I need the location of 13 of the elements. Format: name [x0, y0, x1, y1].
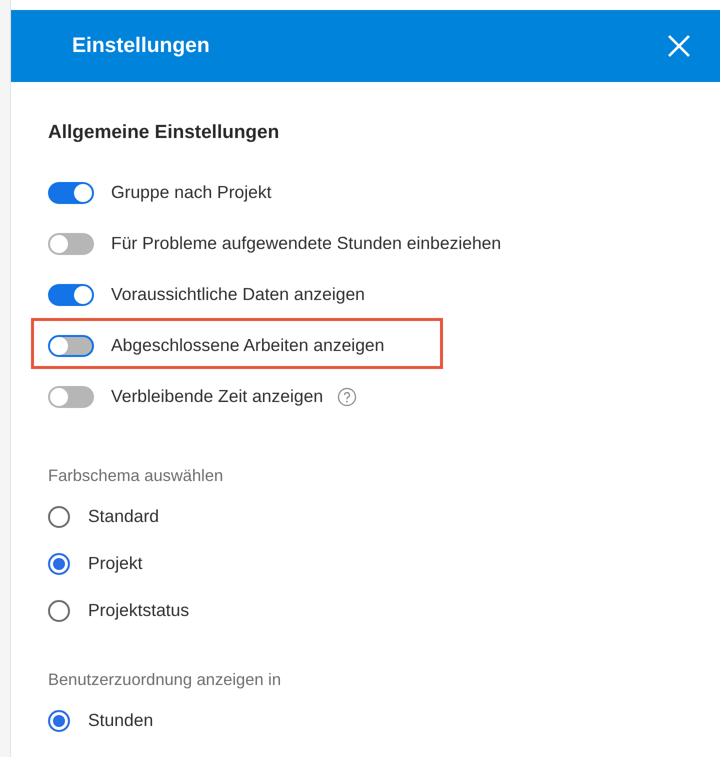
radio-label: Projekt	[88, 553, 142, 574]
radio-label: Standard	[88, 506, 160, 527]
toggle-label: Verbleibende Zeit anzeigen	[111, 386, 324, 407]
radio-label: Projektstatus	[88, 600, 190, 621]
group-label: Farbschema auswählen	[48, 466, 224, 487]
group-label: Benutzerzuordnung anzeigen in	[48, 670, 282, 691]
toggle-label: Abgeschlossene Arbeiten anzeigen	[111, 335, 384, 356]
toggle-label: Voraussichtliche Daten anzeigen	[111, 284, 365, 305]
panel-title: Einstellungen	[72, 34, 211, 58]
section-heading: Allgemeine Einstellungen	[48, 121, 280, 145]
toggle-label: Gruppe nach Projekt	[111, 182, 272, 203]
toggle-label: Für Probleme aufgewendete Stunden einbeziehen	[111, 233, 502, 254]
radio-label: Stunden	[88, 710, 154, 731]
